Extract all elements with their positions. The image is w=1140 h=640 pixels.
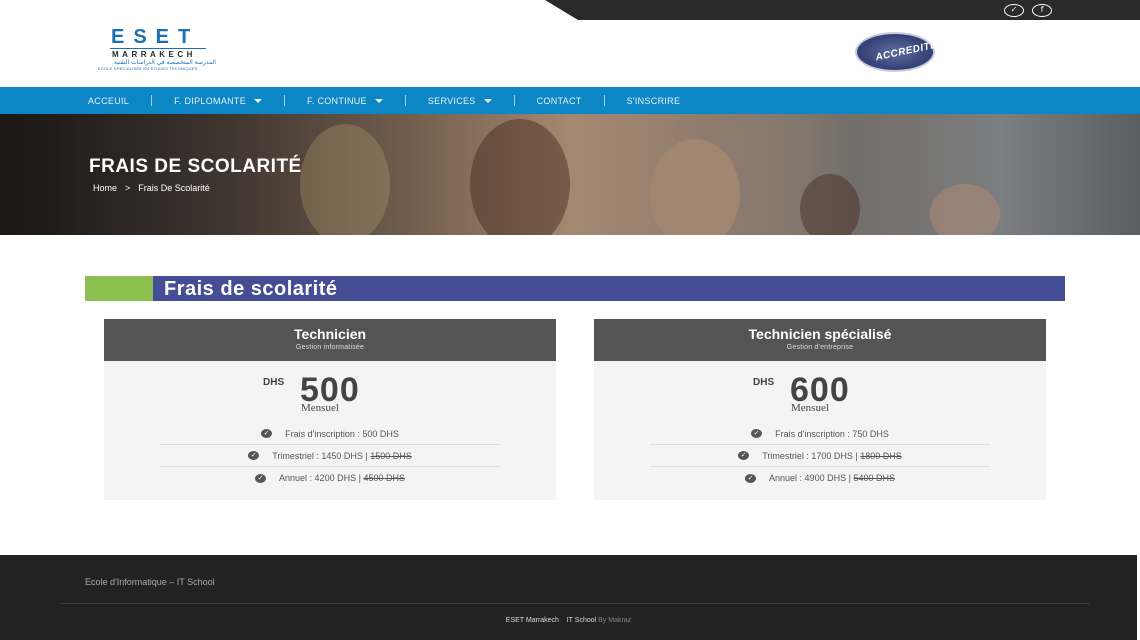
- plan-name: Technicien spécialisé: [748, 326, 892, 342]
- main-nav: ACCEUIL F. DIPLOMANTE F. CONTINUE SERVIC…: [0, 87, 1140, 114]
- pricing-card-technicien-specialise: Technicien spécialisé Gestion d'entrepri…: [594, 319, 1046, 500]
- plan-subtitle: Gestion informatisée: [295, 344, 365, 351]
- logo-arabic: المدرسة المتخصصة في الدراسات التقنية: [114, 59, 216, 66]
- chevron-down-icon: [483, 98, 492, 103]
- feature-old-price: 1800 DHS: [860, 450, 902, 461]
- check-circle-icon: ✓: [248, 451, 260, 460]
- twitter-icon[interactable]: ✓: [1004, 4, 1024, 17]
- footer-credit-site[interactable]: ESET Marrakech: [506, 617, 559, 624]
- check-circle-icon: ✓: [255, 473, 267, 483]
- logo-tagline: ECOLE SPECIALISEE EN ETUDES TECHNIQUES: [98, 66, 198, 71]
- page-title: FRAIS DE SCOLARITÉ: [89, 156, 302, 177]
- list-item: ✓ Annuel : 4900 DHS | 5400 DHS: [650, 467, 990, 489]
- nav-item-services[interactable]: SERVICES: [428, 87, 492, 114]
- logo-main: ESET: [111, 26, 200, 48]
- nav-divider: [151, 95, 153, 106]
- check-circle-icon: ✓: [745, 473, 757, 483]
- check-circle-icon: ✓: [738, 451, 750, 460]
- plan-name: Technicien: [293, 326, 367, 342]
- price-period: Mensuel: [791, 402, 829, 414]
- nav-item-f-diplomante[interactable]: F. DIPLOMANTE: [174, 87, 263, 114]
- price-period: Mensuel: [301, 402, 339, 414]
- section-title: Frais de scolarité: [164, 278, 338, 300]
- site-logo[interactable]: ESET MARRAKECH المدرسة المتخصصة في الدرا…: [96, 24, 220, 71]
- plan-features: ✓ Frais d'inscription : 500 DHS ✓ Trimes…: [160, 423, 500, 489]
- footer-credit-school[interactable]: IT School: [567, 617, 596, 624]
- list-item: ✓ Trimestriel : 1700 DHS | 1800 DHS: [650, 445, 990, 467]
- section-accent: [85, 276, 153, 301]
- accreditation-stamp: ACCREDITE: [874, 39, 939, 64]
- hero-banner: FRAIS DE SCOLARITÉ Home > Frais De Scola…: [0, 114, 1140, 235]
- chevron-down-icon: [254, 98, 263, 103]
- check-circle-icon: ✓: [751, 429, 763, 438]
- pricing-card-header: Technicien Gestion informatisée: [104, 319, 556, 361]
- nav-label: CONTACT: [536, 95, 582, 106]
- list-item: ✓ Trimestriel : 1450 DHS | 1500 DHS: [160, 445, 500, 467]
- breadcrumb-separator: >: [125, 183, 131, 193]
- plan-price: DHS 500 Mensuel: [104, 361, 556, 417]
- price-currency: DHS: [753, 377, 775, 388]
- plan-price: DHS 600 Mensuel: [594, 361, 1046, 417]
- site-footer: Ecole d'Informatique – IT School ESET Ma…: [0, 555, 1137, 640]
- list-item: ✓ Annuel : 4200 DHS | 4500 DHS: [160, 467, 500, 489]
- plan-features: ✓ Frais d'inscription : 750 DHS ✓ Trimes…: [650, 423, 990, 489]
- feature-text: Frais d'inscription : 750 DHS: [775, 428, 889, 439]
- feature-text: Frais d'inscription : 500 DHS: [285, 428, 399, 439]
- feature-text: Annuel : 4200 DHS |: [279, 473, 361, 483]
- footer-divider: [60, 603, 1090, 604]
- nav-item-inscrire[interactable]: S'INSCRIRE: [627, 87, 681, 114]
- feature-old-price: 1500 DHS: [370, 450, 412, 461]
- nav-item-contact[interactable]: CONTACT: [537, 87, 582, 114]
- breadcrumb-home[interactable]: Home: [93, 183, 117, 193]
- pricing-card-header: Technicien spécialisé Gestion d'entrepri…: [594, 319, 1046, 361]
- nav-item-acceuil[interactable]: ACCEUIL: [88, 87, 129, 114]
- footer-credit-by: By Makraz: [598, 617, 632, 624]
- plan-subtitle: Gestion d'entreprise: [786, 344, 854, 351]
- top-bar-dark-band: [545, 0, 1140, 20]
- nav-divider: [513, 95, 515, 106]
- facebook-icon[interactable]: f: [1032, 4, 1052, 17]
- nav-divider: [603, 95, 605, 106]
- price-currency: DHS: [263, 377, 285, 388]
- accreditation-seal: ACCREDITE: [855, 32, 938, 72]
- nav-item-f-continue[interactable]: F. CONTINUE: [307, 87, 383, 114]
- check-circle-icon: ✓: [261, 429, 273, 438]
- nav-label: S'INSCRIRE: [626, 95, 681, 106]
- feature-text: Annuel : 4900 DHS |: [769, 473, 851, 483]
- top-bar: ✓ f: [0, 0, 1140, 20]
- list-item: ✓ Frais d'inscription : 750 DHS: [650, 423, 990, 445]
- nav-label: F. CONTINUE: [307, 95, 367, 106]
- logo-city: MARRAKECH: [112, 50, 196, 59]
- logo-rule: [110, 48, 206, 49]
- section-heading: Frais de scolarité: [85, 276, 1065, 301]
- nav-label: F. DIPLOMANTE: [174, 95, 247, 106]
- nav-divider: [284, 95, 286, 106]
- feature-old-price: 5400 DHS: [853, 473, 895, 483]
- feature-old-price: 4500 DHS: [363, 473, 405, 483]
- footer-credits: ESET Marrakech IT School By Makraz: [0, 617, 1137, 624]
- nav-divider: [404, 95, 406, 106]
- feature-text: Trimestriel : 1700 DHS |: [762, 450, 858, 461]
- footer-tagline: Ecole d'Informatique – IT School: [85, 577, 215, 587]
- list-item: ✓ Frais d'inscription : 500 DHS: [160, 423, 500, 445]
- social-links: ✓ f: [1004, 4, 1052, 17]
- pricing-card-technicien: Technicien Gestion informatisée DHS 500 …: [104, 319, 556, 500]
- nav-label: SERVICES: [427, 95, 476, 106]
- nav-label: ACCEUIL: [88, 95, 130, 106]
- breadcrumb: Home > Frais De Scolarité: [93, 183, 210, 193]
- feature-text: Trimestriel : 1450 DHS |: [272, 450, 368, 461]
- chevron-down-icon: [374, 98, 383, 103]
- breadcrumb-current: Frais De Scolarité: [138, 183, 210, 193]
- site-header: ESET MARRAKECH المدرسة المتخصصة في الدرا…: [0, 20, 1140, 87]
